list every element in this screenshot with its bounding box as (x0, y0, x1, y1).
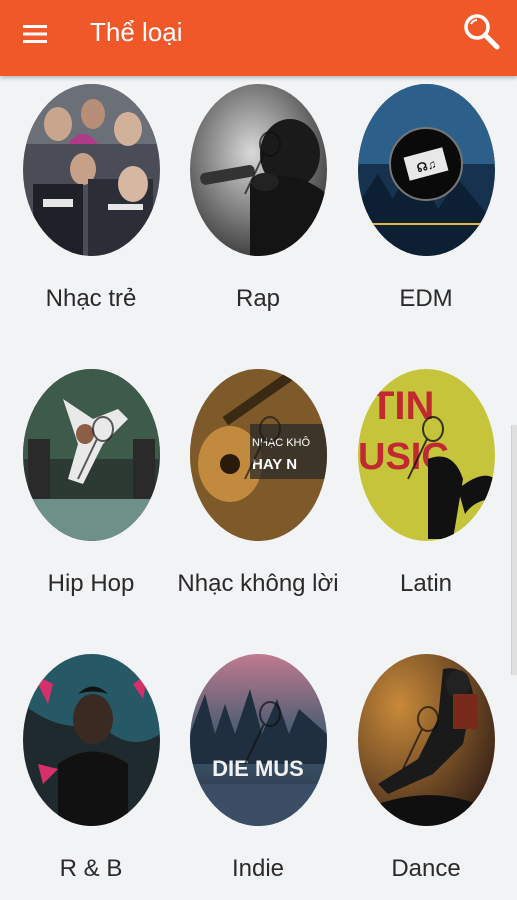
genre-card-r-and-b[interactable]: R & B (5, 654, 177, 900)
genre-label: Nhạc không lời (177, 570, 339, 597)
genre-card-dance[interactable]: Dance (340, 654, 512, 900)
genre-thumbnail: ☊♫ (358, 84, 495, 256)
genre-thumbnail (358, 654, 495, 826)
genre-label: Rap (235, 285, 281, 312)
genre-thumbnail (23, 654, 160, 826)
genre-label: Latin (399, 570, 453, 597)
genre-thumbnail (190, 84, 327, 256)
genre-label: Hip Hop (47, 570, 135, 597)
genre-label: Dance (391, 855, 461, 882)
thumb-text: HAY N (252, 456, 297, 473)
menu-icon[interactable] (20, 18, 52, 50)
genre-thumbnail: DIE MUS (190, 654, 327, 826)
app-bar: Thể loại (0, 0, 517, 76)
genre-card-hip-hop[interactable]: Hip Hop (5, 369, 177, 649)
genre-card-edm[interactable]: ☊♫ EDM (340, 84, 512, 364)
genre-label: Nhạc trẻ (45, 285, 137, 312)
thumb-text: DIE MUS (212, 756, 304, 781)
genre-card-rap[interactable]: Rap (172, 84, 344, 364)
scrollbar-edge[interactable] (511, 425, 517, 675)
genre-card-latin[interactable]: TIN USIC Latin (340, 369, 512, 649)
genre-label: R & B (59, 855, 123, 882)
genre-label: EDM (399, 285, 453, 312)
genre-thumbnail: NHẠC KHÔ HAY N (190, 369, 327, 541)
genre-thumbnail: TIN USIC (358, 369, 495, 541)
genre-card-nhac-khong-loi[interactable]: NHẠC KHÔ HAY N Nhạc không lời (172, 369, 344, 649)
genre-thumbnail (23, 84, 160, 256)
genre-label: Indie (231, 855, 285, 882)
genre-thumbnail (23, 369, 160, 541)
genre-card-nhac-tre[interactable]: Nhạc trẻ (5, 84, 177, 364)
search-icon[interactable] (460, 10, 504, 54)
page-title: Thể loại (90, 17, 183, 47)
genre-card-indie[interactable]: DIE MUS Indie (172, 654, 344, 900)
